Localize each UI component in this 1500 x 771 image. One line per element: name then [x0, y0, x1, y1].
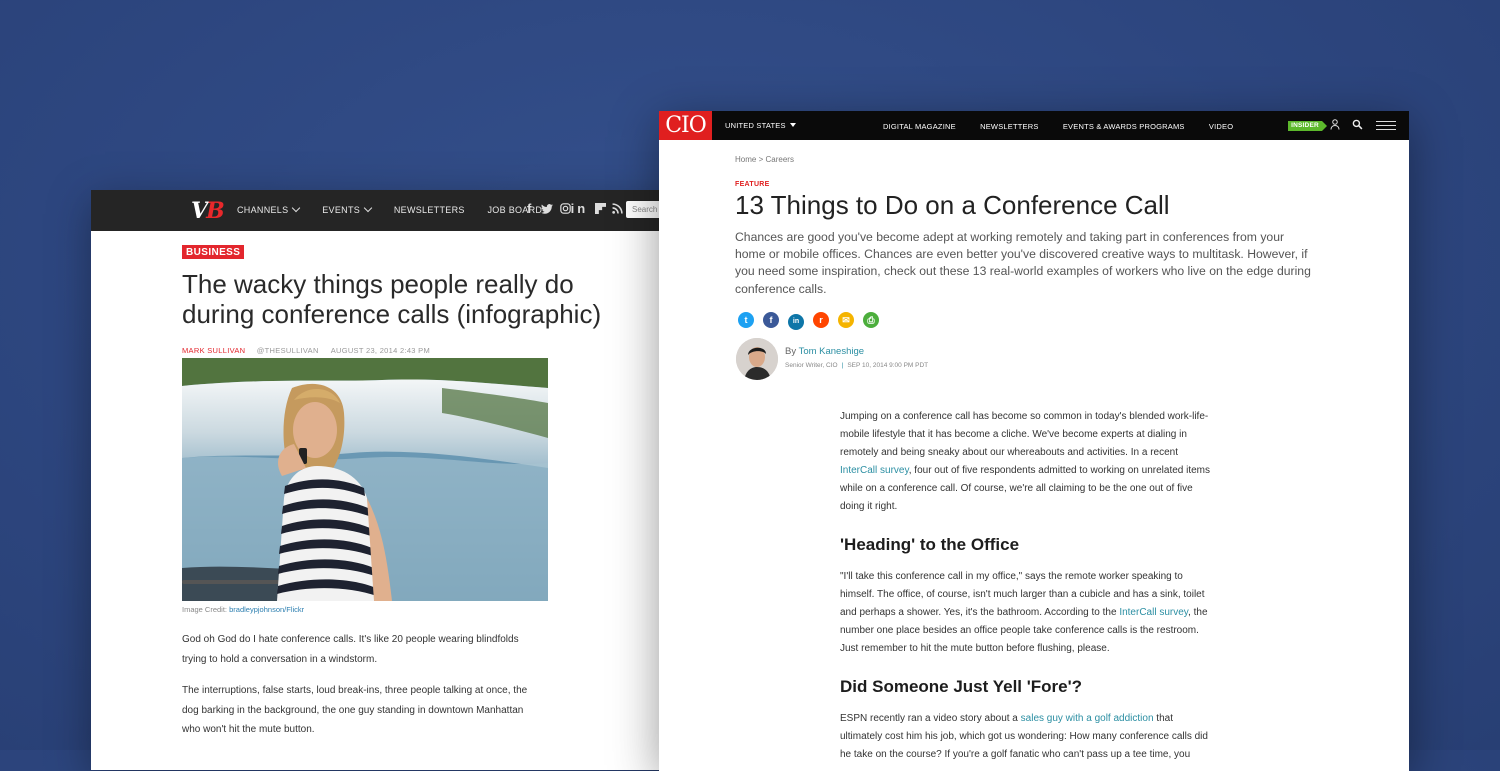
- twitter-icon[interactable]: [534, 201, 553, 216]
- intercall-survey-link[interactable]: InterCall survey: [840, 465, 909, 476]
- user-icon[interactable]: [1330, 119, 1340, 132]
- email-icon[interactable]: ✉: [838, 312, 854, 328]
- golf-addiction-link[interactable]: sales guy with a golf addiction: [1021, 713, 1154, 724]
- vb-header: VB CHANNELS EVENTS NEWSLETTERS JOB BOARD…: [91, 190, 721, 231]
- vb-caption-label: Image Credit:: [182, 605, 228, 614]
- breadcrumb-careers[interactable]: Careers: [765, 155, 793, 164]
- text-run: ESPN recently ran a video story about a: [840, 713, 1021, 724]
- insider-badge[interactable]: INSIDER: [1288, 121, 1327, 131]
- nav-newsletters[interactable]: NEWSLETTERS: [980, 122, 1038, 131]
- region-label: UNITED STATES: [725, 121, 786, 130]
- cio-browser-window: CIO UNITED STATES DIGITAL MAGAZINE NEWSL…: [659, 111, 1409, 771]
- vb-article: BUSINESS The wacky things people really …: [182, 242, 652, 735]
- vb-nav-events-label: EVENTS: [322, 205, 361, 215]
- facebook-icon[interactable]: f: [763, 312, 779, 328]
- vb-article-title: The wacky things people really do during…: [182, 269, 602, 329]
- article-paragraph: "I'll take this conference call in my of…: [840, 568, 1210, 658]
- vb-browser-window: VB CHANNELS EVENTS NEWSLETTERS JOB BOARD…: [91, 190, 721, 770]
- publish-date: SEP 10, 2014 9:00 PM PDT: [847, 362, 929, 369]
- vb-nav-channels[interactable]: CHANNELS: [237, 203, 301, 215]
- cio-article-dek: Chances are good you've become adept at …: [735, 230, 1311, 296]
- vb-paragraph: The interruptions, false starts, loud br…: [182, 685, 528, 735]
- vb-publish-date: AUGUST 23, 2014 2:43 PM: [330, 346, 430, 356]
- section-heading: Did Someone Just Yell 'Fore'?: [840, 677, 1083, 696]
- vb-author-handle[interactable]: @THESULLIVAN: [257, 346, 319, 355]
- cio-header: CIO UNITED STATES DIGITAL MAGAZINE NEWSL…: [659, 111, 1409, 140]
- author-link[interactable]: Tom Kaneshige: [799, 346, 864, 357]
- twitter-icon[interactable]: t: [738, 312, 754, 328]
- linkedin-icon[interactable]: in: [571, 201, 589, 216]
- vb-nav-newsletters[interactable]: NEWSLETTERS: [394, 205, 465, 215]
- nav-video[interactable]: VIDEO: [1209, 122, 1233, 131]
- vb-nav: CHANNELS EVENTS NEWSLETTERS JOB BOARD: [237, 203, 562, 215]
- breadcrumb-home[interactable]: Home: [735, 155, 756, 164]
- woman-on-phone-waterfall-photo: [182, 358, 548, 601]
- byline-separator: |: [841, 362, 844, 369]
- share-bar: t f in r ✉ ⎙: [738, 310, 888, 330]
- vb-social-icons: f in: [527, 201, 624, 216]
- caret-down-icon: [789, 123, 796, 127]
- vb-caption-credit-link[interactable]: bradleypjohnson/Flickr: [229, 605, 304, 614]
- byline: By Tom Kaneshige: [785, 346, 864, 357]
- breadcrumb: Home > Careers: [735, 155, 794, 164]
- search-icon[interactable]: [1352, 119, 1363, 132]
- hamburger-menu-icon[interactable]: [1376, 121, 1396, 132]
- chevron-down-icon: [363, 203, 373, 213]
- breadcrumb-separator: >: [758, 155, 764, 164]
- vb-logo-v: V: [191, 198, 208, 224]
- section-heading: 'Heading' to the Office: [840, 535, 1020, 554]
- vb-logo-b: B: [206, 198, 225, 224]
- flipboard-icon[interactable]: [588, 201, 606, 216]
- vb-paragraph: God oh God do I hate conference calls. I…: [182, 634, 519, 665]
- article-paragraph: ESPN recently ran a video story about a …: [840, 710, 1210, 764]
- vb-logo[interactable]: VB: [191, 198, 225, 224]
- nav-events-awards[interactable]: EVENTS & AWARDS PROGRAMS: [1063, 122, 1185, 131]
- author-avatar[interactable]: [736, 338, 778, 380]
- nav-digital-magazine[interactable]: DIGITAL MAGAZINE: [883, 122, 956, 131]
- vb-nav-channels-label: CHANNELS: [237, 205, 289, 215]
- byline-prefix: By: [785, 346, 797, 357]
- article-kicker[interactable]: FEATURE: [735, 181, 770, 188]
- article-paragraph: Jumping on a conference call has become …: [840, 408, 1210, 516]
- cio-article-body: Jumping on a conference call has become …: [840, 408, 1210, 764]
- text-run: Jumping on a conference call has become …: [840, 411, 1209, 458]
- vb-nav-events[interactable]: EVENTS: [322, 203, 373, 215]
- vb-article-body: God oh God do I hate conference calls. I…: [182, 630, 542, 752]
- linkedin-icon[interactable]: in: [788, 314, 804, 330]
- category-badge[interactable]: BUSINESS: [182, 245, 245, 259]
- vb-author-link[interactable]: MARK SULLIVAN: [182, 346, 245, 355]
- cio-logo[interactable]: CIO: [659, 111, 712, 140]
- print-icon[interactable]: ⎙: [863, 312, 879, 328]
- reddit-icon[interactable]: r: [813, 312, 829, 328]
- rss-icon[interactable]: [606, 201, 624, 216]
- instagram-icon[interactable]: [553, 201, 571, 216]
- region-selector[interactable]: UNITED STATES: [725, 121, 796, 130]
- chevron-down-icon: [292, 203, 301, 213]
- vb-image-caption: Image Credit: bradleypjohnson/Flickr: [182, 605, 304, 614]
- vb-article-meta: MARK SULLIVAN @THESULLIVAN AUGUST 23, 20…: [182, 346, 652, 355]
- cio-article-title: 13 Things to Do on a Conference Call: [735, 190, 1170, 220]
- author-role-date: Senior Writer, CIO | SEP 10, 2014 9:00 PM …: [785, 362, 928, 369]
- author-role: Senior Writer, CIO: [785, 362, 838, 369]
- vb-hero-image: [182, 358, 548, 601]
- cio-nav: DIGITAL MAGAZINE NEWSLETTERS EVENTS & AW…: [883, 122, 1255, 131]
- intercall-survey-link[interactable]: InterCall survey: [1119, 607, 1188, 618]
